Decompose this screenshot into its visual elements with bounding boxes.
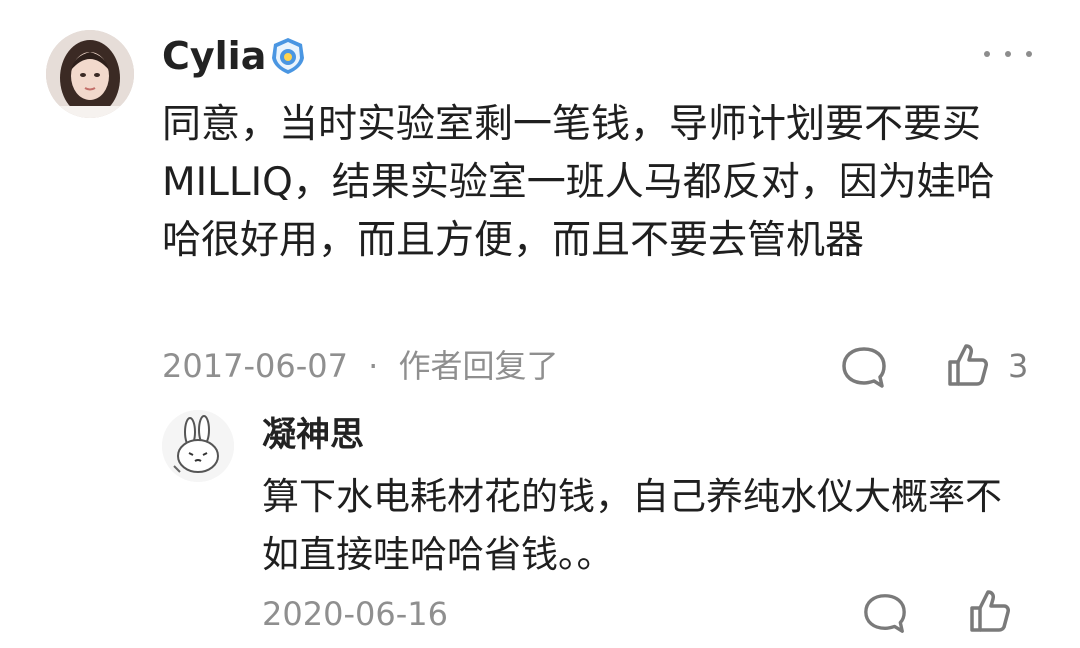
comment-meta: 2017-06-07 · 作者回复了 [162,342,559,390]
reply-date: 2020-06-16 [262,595,448,633]
more-options-icon[interactable] [984,44,1032,64]
like-count: 3 [1008,347,1029,385]
comment-username[interactable]: Cylia [162,32,266,80]
thumbs-up-icon[interactable] [964,586,1014,636]
author-replied-label[interactable]: 作者回复了 [398,347,558,385]
comment-bubble-icon[interactable] [860,590,910,636]
avatar[interactable] [162,410,234,482]
reply-avatar-bunny [162,410,234,482]
comment-bubble-icon[interactable] [838,343,890,391]
comment-date: 2017-06-07 [162,347,348,385]
comment-text: 同意，当时实验室剩一笔钱，导师计划要不要买 MILLIQ，结果实验室一班人马都反… [162,102,995,263]
meta-separator: · [368,347,379,385]
avatar[interactable] [46,30,134,118]
user-avatar-photo [46,30,134,118]
reply-text: 算下水电耗材花的钱，自己养纯水仪大概率不如直接哇哈哈省钱。。 [262,475,1002,576]
verified-badge-icon [268,36,308,76]
reply-username[interactable]: 凝神思 [262,412,364,458]
thumbs-up-icon[interactable] [942,340,992,390]
